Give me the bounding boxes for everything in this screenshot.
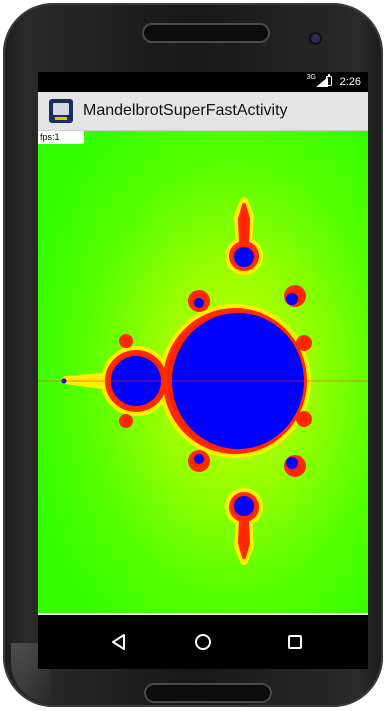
network-type: 3G: [306, 74, 316, 81]
front-camera: [311, 34, 320, 43]
app-title: MandelbrotSuperFastActivity: [83, 102, 288, 119]
mandelbrot-fractal: [38, 131, 368, 613]
fps-counter: fps:1: [38, 131, 84, 144]
back-icon[interactable]: [108, 631, 130, 653]
battery-icon: [326, 74, 332, 86]
home-icon[interactable]: [192, 631, 214, 653]
phone-frame: 3G 2:26 MandelbrotSuperFastActivity fps:…: [3, 3, 383, 707]
bottom-speaker-grille: [144, 683, 272, 703]
app-bar: MandelbrotSuperFastActivity: [38, 92, 368, 131]
app-launcher-icon[interactable]: [49, 99, 73, 123]
mandelbrot-view[interactable]: fps:1: [38, 131, 368, 613]
recents-icon[interactable]: [284, 631, 306, 653]
navigation-bar: [38, 613, 368, 669]
status-time: 2:26: [339, 76, 361, 88]
status-bar: 3G 2:26: [38, 72, 368, 92]
device-screen: 3G 2:26 MandelbrotSuperFastActivity fps:…: [38, 72, 368, 669]
top-speaker-grille: [142, 23, 270, 43]
